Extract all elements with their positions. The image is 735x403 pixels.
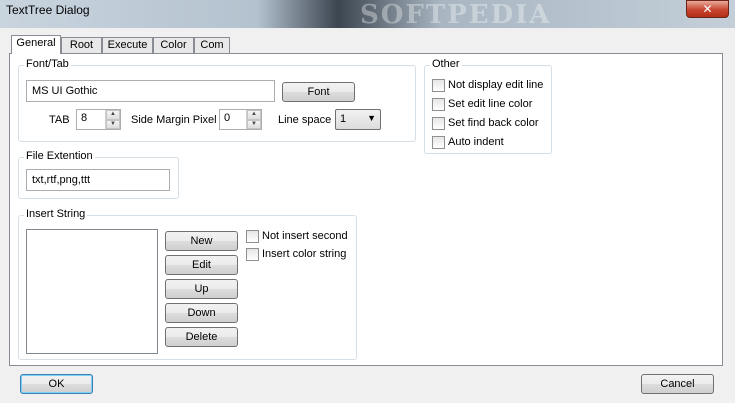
insert-string-legend: Insert String — [24, 208, 88, 220]
line-space-select[interactable]: 1 ▼ — [335, 109, 381, 130]
insert-color-string-checkbox[interactable] — [246, 248, 259, 261]
ok-button[interactable]: OK — [20, 374, 93, 394]
insert-string-group: Insert String New Edit Up Down Delete No… — [18, 208, 357, 360]
edit-button-label: Edit — [192, 259, 211, 271]
tab-execute[interactable]: Execute — [102, 37, 153, 53]
dialog-client: General Root Execute Color Com Font/Tab … — [0, 28, 735, 403]
other-group: Other Not display edit line Set edit lin… — [424, 58, 552, 154]
stepper-arrows: ▲ ▼ — [105, 110, 120, 129]
side-margin-label: Side Margin Pixel — [131, 114, 217, 126]
file-extension-field[interactable]: txt,rtf,png,ttt — [26, 169, 170, 191]
font-tab-group: Font/Tab MS UI Gothic Font TAB 8 ▲ ▼ Sid… — [18, 58, 416, 142]
line-space-value: 1 — [340, 113, 347, 125]
auto-indent-checkbox[interactable] — [432, 136, 445, 149]
file-extension-legend: File Extention — [24, 150, 95, 162]
checkbox-label: Not display edit line — [448, 79, 544, 91]
up-button-label: Up — [194, 283, 209, 295]
close-button[interactable]: ✕ — [686, 0, 729, 18]
insert-string-list[interactable] — [26, 229, 158, 354]
delete-button[interactable]: Delete — [165, 327, 238, 347]
tab-size-value: 8 — [81, 112, 88, 124]
not-insert-second-option[interactable]: Not insert second — [246, 229, 354, 245]
set-find-back-color-option[interactable]: Set find back color — [432, 116, 550, 132]
tab-root[interactable]: Root — [61, 37, 102, 53]
watermark: SOFTPEDIA — [360, 0, 552, 30]
spin-down-icon[interactable]: ▼ — [106, 119, 120, 129]
tab-label: Com — [200, 39, 224, 51]
font-button[interactable]: Font — [282, 82, 355, 102]
close-icon: ✕ — [702, 2, 713, 16]
chevron-down-icon: ▼ — [367, 113, 376, 123]
file-extension-value: txt,rtf,png,ttt — [32, 174, 91, 186]
ok-button-label: OK — [48, 378, 65, 390]
spin-up-icon[interactable]: ▲ — [106, 110, 120, 120]
down-button[interactable]: Down — [165, 303, 238, 323]
spin-up-icon[interactable]: ▲ — [247, 110, 261, 120]
tab-label: Execute — [107, 39, 148, 51]
tab-label: Root — [69, 39, 94, 51]
not-display-edit-line-checkbox[interactable] — [432, 79, 445, 92]
tab-label-text: TAB — [49, 114, 70, 126]
stepper-arrows: ▲ ▼ — [246, 110, 261, 129]
titlebar: TextTree Dialog SOFTPEDIA ✕ — [0, 0, 735, 30]
window-title: TextTree Dialog — [6, 3, 90, 17]
font-tab-legend: Font/Tab — [24, 58, 71, 70]
checkbox-label: Insert color string — [262, 248, 347, 260]
set-find-back-color-checkbox[interactable] — [432, 117, 445, 130]
checkbox-label: Set find back color — [448, 117, 539, 129]
font-name-field[interactable]: MS UI Gothic — [26, 80, 275, 102]
cancel-button-label: Cancel — [660, 378, 695, 390]
new-button[interactable]: New — [165, 231, 238, 251]
cancel-button[interactable]: Cancel — [641, 374, 714, 394]
side-margin-stepper[interactable]: 0 ▲ ▼ — [219, 109, 262, 130]
general-tab-panel: Font/Tab MS UI Gothic Font TAB 8 ▲ ▼ Sid… — [9, 53, 723, 366]
set-edit-line-color-option[interactable]: Set edit line color — [432, 97, 550, 113]
side-margin-value: 0 — [224, 112, 231, 124]
insert-color-string-option[interactable]: Insert color string — [246, 247, 354, 263]
spin-down-icon[interactable]: ▼ — [247, 119, 261, 129]
tab-color[interactable]: Color — [153, 37, 194, 53]
not-display-edit-line-option[interactable]: Not display edit line — [432, 78, 550, 94]
tab-com[interactable]: Com — [194, 37, 230, 53]
edit-button[interactable]: Edit — [165, 255, 238, 275]
font-name-value: MS UI Gothic — [32, 85, 98, 97]
tab-label: Color — [160, 39, 187, 51]
new-button-label: New — [190, 235, 213, 247]
other-legend: Other — [430, 58, 462, 70]
delete-button-label: Delete — [185, 331, 218, 343]
up-button[interactable]: Up — [165, 279, 238, 299]
set-edit-line-color-checkbox[interactable] — [432, 98, 445, 111]
tab-size-stepper[interactable]: 8 ▲ ▼ — [76, 109, 121, 130]
checkbox-label: Auto indent — [448, 136, 504, 148]
font-button-label: Font — [307, 86, 330, 98]
file-extension-group: File Extention txt,rtf,png,ttt — [18, 150, 179, 199]
tab-general[interactable]: General — [11, 35, 61, 54]
auto-indent-option[interactable]: Auto indent — [432, 135, 550, 151]
tab-label: General — [16, 37, 56, 49]
not-insert-second-checkbox[interactable] — [246, 230, 259, 243]
down-button-label: Down — [187, 307, 216, 319]
line-space-label: Line space — [278, 114, 332, 126]
checkbox-label: Not insert second — [262, 230, 348, 242]
checkbox-label: Set edit line color — [448, 98, 533, 110]
